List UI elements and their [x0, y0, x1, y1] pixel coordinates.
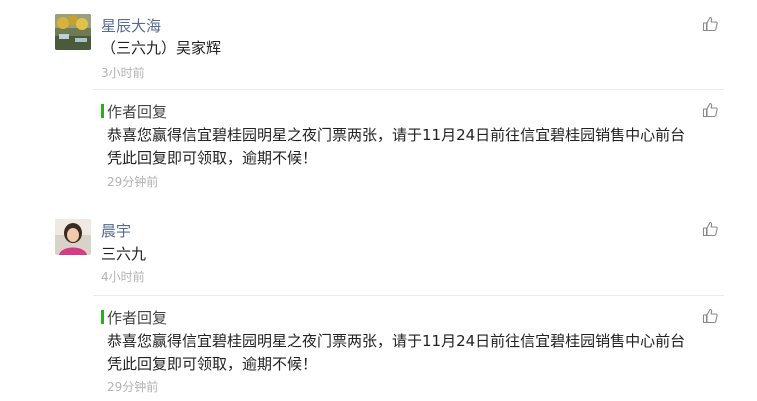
comment-username[interactable]: 晨宇	[101, 220, 131, 241]
divider	[93, 89, 724, 90]
comment-username[interactable]: 星辰大海	[101, 15, 161, 36]
thumbs-up-icon[interactable]	[702, 308, 718, 324]
author-reply-label: 作者回复	[101, 307, 167, 328]
avatar[interactable]	[55, 219, 91, 255]
reply-accent-bar	[101, 310, 104, 324]
reply-text-line: 恭喜您赢得信宜碧桂园明星之夜门票两张，请于11月24日前往信宜碧桂园销售中心前台	[107, 126, 686, 144]
comment-text: （三六九）吴家辉	[101, 39, 222, 57]
divider	[93, 295, 724, 296]
avatar[interactable]	[55, 14, 91, 50]
reply-text-line: 凭此回复即可领取，逾期不候！	[107, 355, 318, 373]
thumbs-up-icon[interactable]	[702, 221, 718, 237]
comment-time: 3小时前	[101, 66, 145, 80]
reply-time: 29分钟前	[107, 380, 159, 394]
reply-label-text: 作者回复	[107, 103, 168, 121]
comment-time: 4小时前	[101, 270, 145, 284]
author-reply-label: 作者回复	[101, 101, 167, 122]
avatar-image	[55, 219, 91, 255]
thumbs-up-icon[interactable]	[702, 102, 718, 118]
reply-accent-bar	[101, 104, 104, 118]
reply-label-text: 作者回复	[107, 309, 168, 327]
thumbs-up-icon[interactable]	[702, 16, 718, 32]
reply-text-line: 凭此回复即可领取，逾期不候！	[107, 149, 318, 167]
reply-time: 29分钟前	[107, 175, 159, 189]
avatar-image	[55, 14, 91, 50]
reply-text-line: 恭喜您赢得信宜碧桂园明星之夜门票两张，请于11月24日前往信宜碧桂园销售中心前台	[107, 332, 686, 350]
comment-text: 三六九	[101, 245, 147, 263]
